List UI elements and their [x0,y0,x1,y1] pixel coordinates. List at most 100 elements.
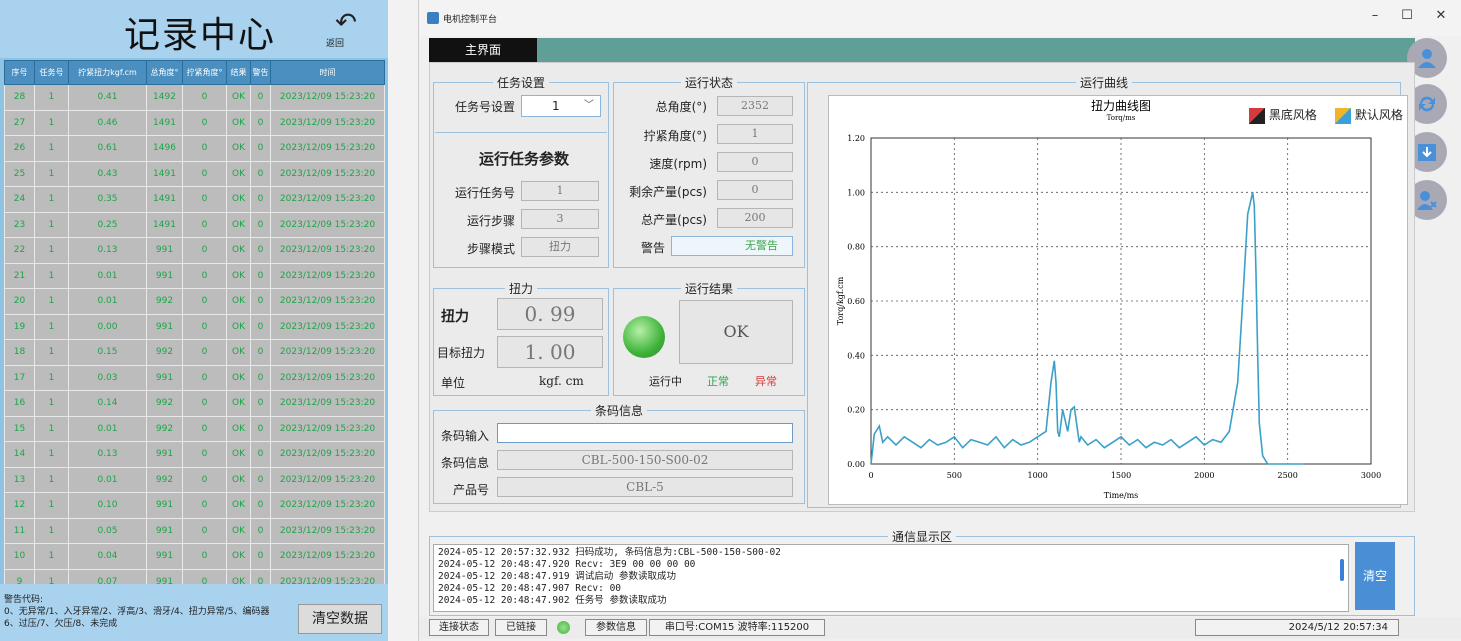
tab-bar: 主界面 [429,38,1415,62]
tight-angle-label: 拧紧角度(°) [643,129,707,143]
table-cell: OK [226,492,251,519]
remain-output-label: 剩余产量(pcs) [629,185,707,199]
table-row[interactable]: 28 1 0.41 1492 0 OK 0 2023/12/09 15:23:20 [4,84,385,111]
table-cell: 991 [146,441,183,468]
table-cell: 0 [250,211,271,238]
table-cell: OK [226,135,251,162]
table-cell: 13 [4,466,35,493]
table-cell: 0 [182,237,227,264]
barcode-input[interactable] [497,423,793,443]
table-cell: OK [226,186,251,213]
table-cell: 0 [250,517,271,544]
run-step-label: 运行步骤 [466,214,515,228]
table-row[interactable]: 25 1 0.43 1491 0 OK 0 2023/12/09 15:23:20 [4,160,385,187]
table-cell: 15 [4,415,35,442]
minimize-button[interactable]: – [1365,8,1385,23]
status-indicator-light [623,316,665,358]
record-column-header: 拧紧扭力kgf.cm [68,60,147,85]
table-cell: 991 [146,262,183,289]
table-cell: 0.14 [68,390,147,417]
table-row[interactable]: 27 1 0.46 1491 0 OK 0 2023/12/09 15:23:20 [4,109,385,136]
run-result-legend: 运行结果 [684,282,733,296]
table-cell: 0 [182,211,227,238]
product-no-value: CBL-5 [497,477,793,497]
total-output-label: 总产量(pcs) [641,213,707,227]
table-cell: 0 [182,84,227,111]
normal-label: 正常 [707,375,729,388]
table-cell: 0.01 [68,466,147,493]
table-row[interactable]: 23 1 0.25 1491 0 OK 0 2023/12/09 15:23:20 [4,211,385,238]
table-row[interactable]: 18 1 0.15 992 0 OK 0 2023/12/09 15:23:20 [4,339,385,366]
table-row[interactable]: 21 1 0.01 991 0 OK 0 2023/12/09 15:23:20 [4,262,385,289]
table-row[interactable]: 13 1 0.01 992 0 OK 0 2023/12/09 15:23:20 [4,466,385,493]
run-step-value: 3 [521,209,599,229]
table-row[interactable]: 26 1 0.61 1496 0 OK 0 2023/12/09 15:23:20 [4,135,385,162]
target-torque-value: 1. 00 [497,336,603,368]
app-icon [427,12,439,24]
table-cell: 2023/12/09 15:23:20 [270,466,385,493]
table-row[interactable]: 19 1 0.00 991 0 OK 0 2023/12/09 15:23:20 [4,313,385,340]
table-cell: 0 [250,313,271,340]
table-cell: 1 [34,339,69,366]
table-cell: 19 [4,313,35,340]
x-tick-label: 2000 [1194,471,1214,480]
divider [435,132,607,133]
table-cell: 2023/12/09 15:23:20 [270,390,385,417]
table-cell: 16 [4,390,35,417]
clear-log-button[interactable]: 清空 [1355,542,1395,610]
table-cell: 2023/12/09 15:23:20 [270,160,385,187]
close-button[interactable]: ✕ [1431,8,1451,23]
table-cell: 0.15 [68,339,147,366]
table-cell: 2023/12/09 15:23:20 [270,288,385,315]
table-cell: 14 [4,441,35,468]
torque-chart-svg: 0 500 1000 1500 2000 2500 3000 0.00 0.20 0.40 0.60… [836,99,1381,500]
table-cell: OK [226,160,251,187]
table-cell: 10 [4,543,35,570]
log-scrollbar[interactable] [1338,547,1346,609]
barcode-info-label: 条码信息 [440,456,489,470]
dark-style-option[interactable]: 黑底风格 [1249,106,1317,124]
table-cell: 2023/12/09 15:23:20 [270,415,385,442]
back-button[interactable]: ↶ 返回 [326,10,366,49]
table-cell: 2023/12/09 15:23:20 [270,543,385,570]
record-table: 序号 任务号 拧紧扭力kgf.cm 总角度° 拧紧角度° 结果 警告 时间 28 1 0.41 14… [4,60,385,595]
table-row[interactable]: 12 1 0.10 991 0 OK 0 2023/12/09 15:23:20 [4,492,385,519]
comm-log[interactable]: 2024-05-12 20:57:32.932 扫码成功, 条码信息为:CBL-… [433,544,1349,612]
table-row[interactable]: 15 1 0.01 992 0 OK 0 2023/12/09 15:23:20 [4,415,385,442]
running-label: 运行中 [649,375,682,388]
warning-codes-title: 警告代码: [4,595,44,605]
record-title: 记录中心 [124,15,277,56]
params-info-button[interactable]: 参数信息 [585,619,647,636]
table-cell: 1496 [146,135,183,162]
table-row[interactable]: 10 1 0.04 991 0 OK 0 2023/12/09 15:23:20 [4,543,385,570]
product-no-label: 产品号 [452,483,489,497]
table-row[interactable]: 24 1 0.35 1491 0 OK 0 2023/12/09 15:23:20 [4,186,385,213]
default-style-option[interactable]: 默认风格 [1335,106,1403,124]
table-cell: 2023/12/09 15:23:20 [270,339,385,366]
table-row[interactable]: 17 1 0.03 991 0 OK 0 2023/12/09 15:23:20 [4,364,385,391]
table-row[interactable]: 22 1 0.13 991 0 OK 0 2023/12/09 15:23:20 [4,237,385,264]
table-row[interactable]: 11 1 0.05 991 0 OK 0 2023/12/09 15:23:20 [4,517,385,544]
clear-data-button[interactable]: 清空数据 [298,604,382,634]
tab-main[interactable]: 主界面 [429,38,537,62]
table-row[interactable]: 14 1 0.13 991 0 OK 0 2023/12/09 15:23:20 [4,441,385,468]
record-center-panel: 记录中心 ↶ 返回 序号 任务号 拧紧扭力kgf.cm 总角度° 拧紧角度° 结果 警告 时间… [0,0,388,641]
chevron-down-icon: ﹀ [584,100,594,111]
speed-value: 0 [717,152,793,172]
table-row[interactable]: 16 1 0.14 992 0 OK 0 2023/12/09 15:23:20 [4,390,385,417]
table-cell: 1 [34,237,69,264]
table-cell: 2023/12/09 15:23:20 [270,492,385,519]
download-icon [1418,144,1436,161]
motor-control-window: 电机控制平台 – ☐ ✕ 主界面 任务设置 任务号设置 1 ﹀ 运行任务参数 运… [418,0,1461,641]
table-cell: OK [226,517,251,544]
x-tick-label: 3000 [1361,471,1381,480]
table-cell: 0 [250,135,271,162]
table-row[interactable]: 20 1 0.01 992 0 OK 0 2023/12/09 15:23:20 [4,288,385,315]
y-tick-label: 0.20 [847,406,865,415]
task-no-select[interactable]: 1 ﹀ [521,95,601,117]
comm-legend: 通信显示区 [891,530,952,544]
maximize-button[interactable]: ☐ [1397,8,1417,23]
scrollbar-thumb[interactable] [1340,559,1344,581]
tight-angle-value: 1 [717,124,793,144]
table-cell: 0 [250,390,271,417]
